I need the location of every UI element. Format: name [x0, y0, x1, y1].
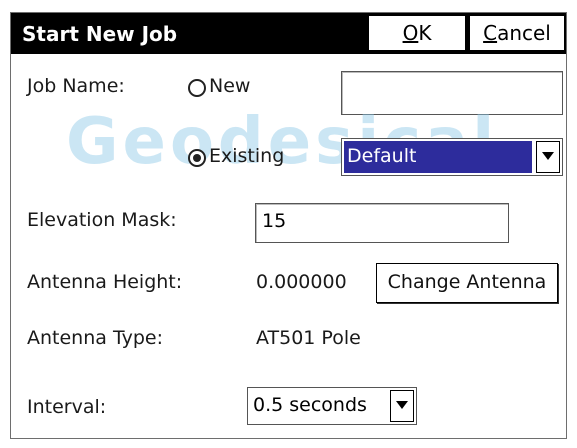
title-bar: Start New Job OK Cancel	[11, 13, 566, 54]
antenna-type-value: AT501 Pole	[256, 327, 361, 349]
interval-select[interactable]: 0.5 seconds	[247, 387, 417, 425]
ok-button[interactable]: OK	[368, 15, 466, 51]
antenna-height-value: 0.000000	[256, 271, 347, 293]
antenna-height-label: Antenna Height:	[27, 271, 183, 293]
dropdown-arrow-icon[interactable]	[390, 390, 414, 422]
ok-accel-letter: O	[402, 21, 419, 45]
cancel-label-rest: ancel	[497, 21, 551, 45]
radio-new-icon[interactable]	[188, 79, 206, 97]
interval-selected-value: 0.5 seconds	[253, 394, 367, 416]
change-antenna-button[interactable]: Change Antenna	[376, 263, 558, 303]
existing-job-select[interactable]: Default	[341, 138, 563, 176]
radio-existing-icon[interactable]	[188, 149, 206, 167]
elevation-mask-input[interactable]: 15	[255, 203, 509, 243]
ok-label-rest: K	[418, 21, 432, 45]
start-new-job-dialog: Start New Job OK Cancel Job Name: New Ge…	[10, 12, 567, 439]
radio-existing-label[interactable]: Existing	[209, 145, 284, 167]
window-title: Start New Job	[22, 22, 178, 46]
dropdown-arrow-icon[interactable]	[536, 141, 560, 173]
existing-job-selected-value: Default	[344, 141, 532, 173]
job-name-input[interactable]	[341, 71, 563, 115]
interval-label: Interval:	[27, 396, 107, 418]
antenna-type-label: Antenna Type:	[27, 327, 163, 349]
radio-new-label[interactable]: New	[209, 75, 250, 97]
job-name-label: Job Name:	[27, 75, 125, 97]
elevation-mask-label: Elevation Mask:	[27, 209, 177, 231]
cancel-accel-letter: C	[483, 21, 498, 45]
cancel-button[interactable]: Cancel	[469, 15, 565, 51]
